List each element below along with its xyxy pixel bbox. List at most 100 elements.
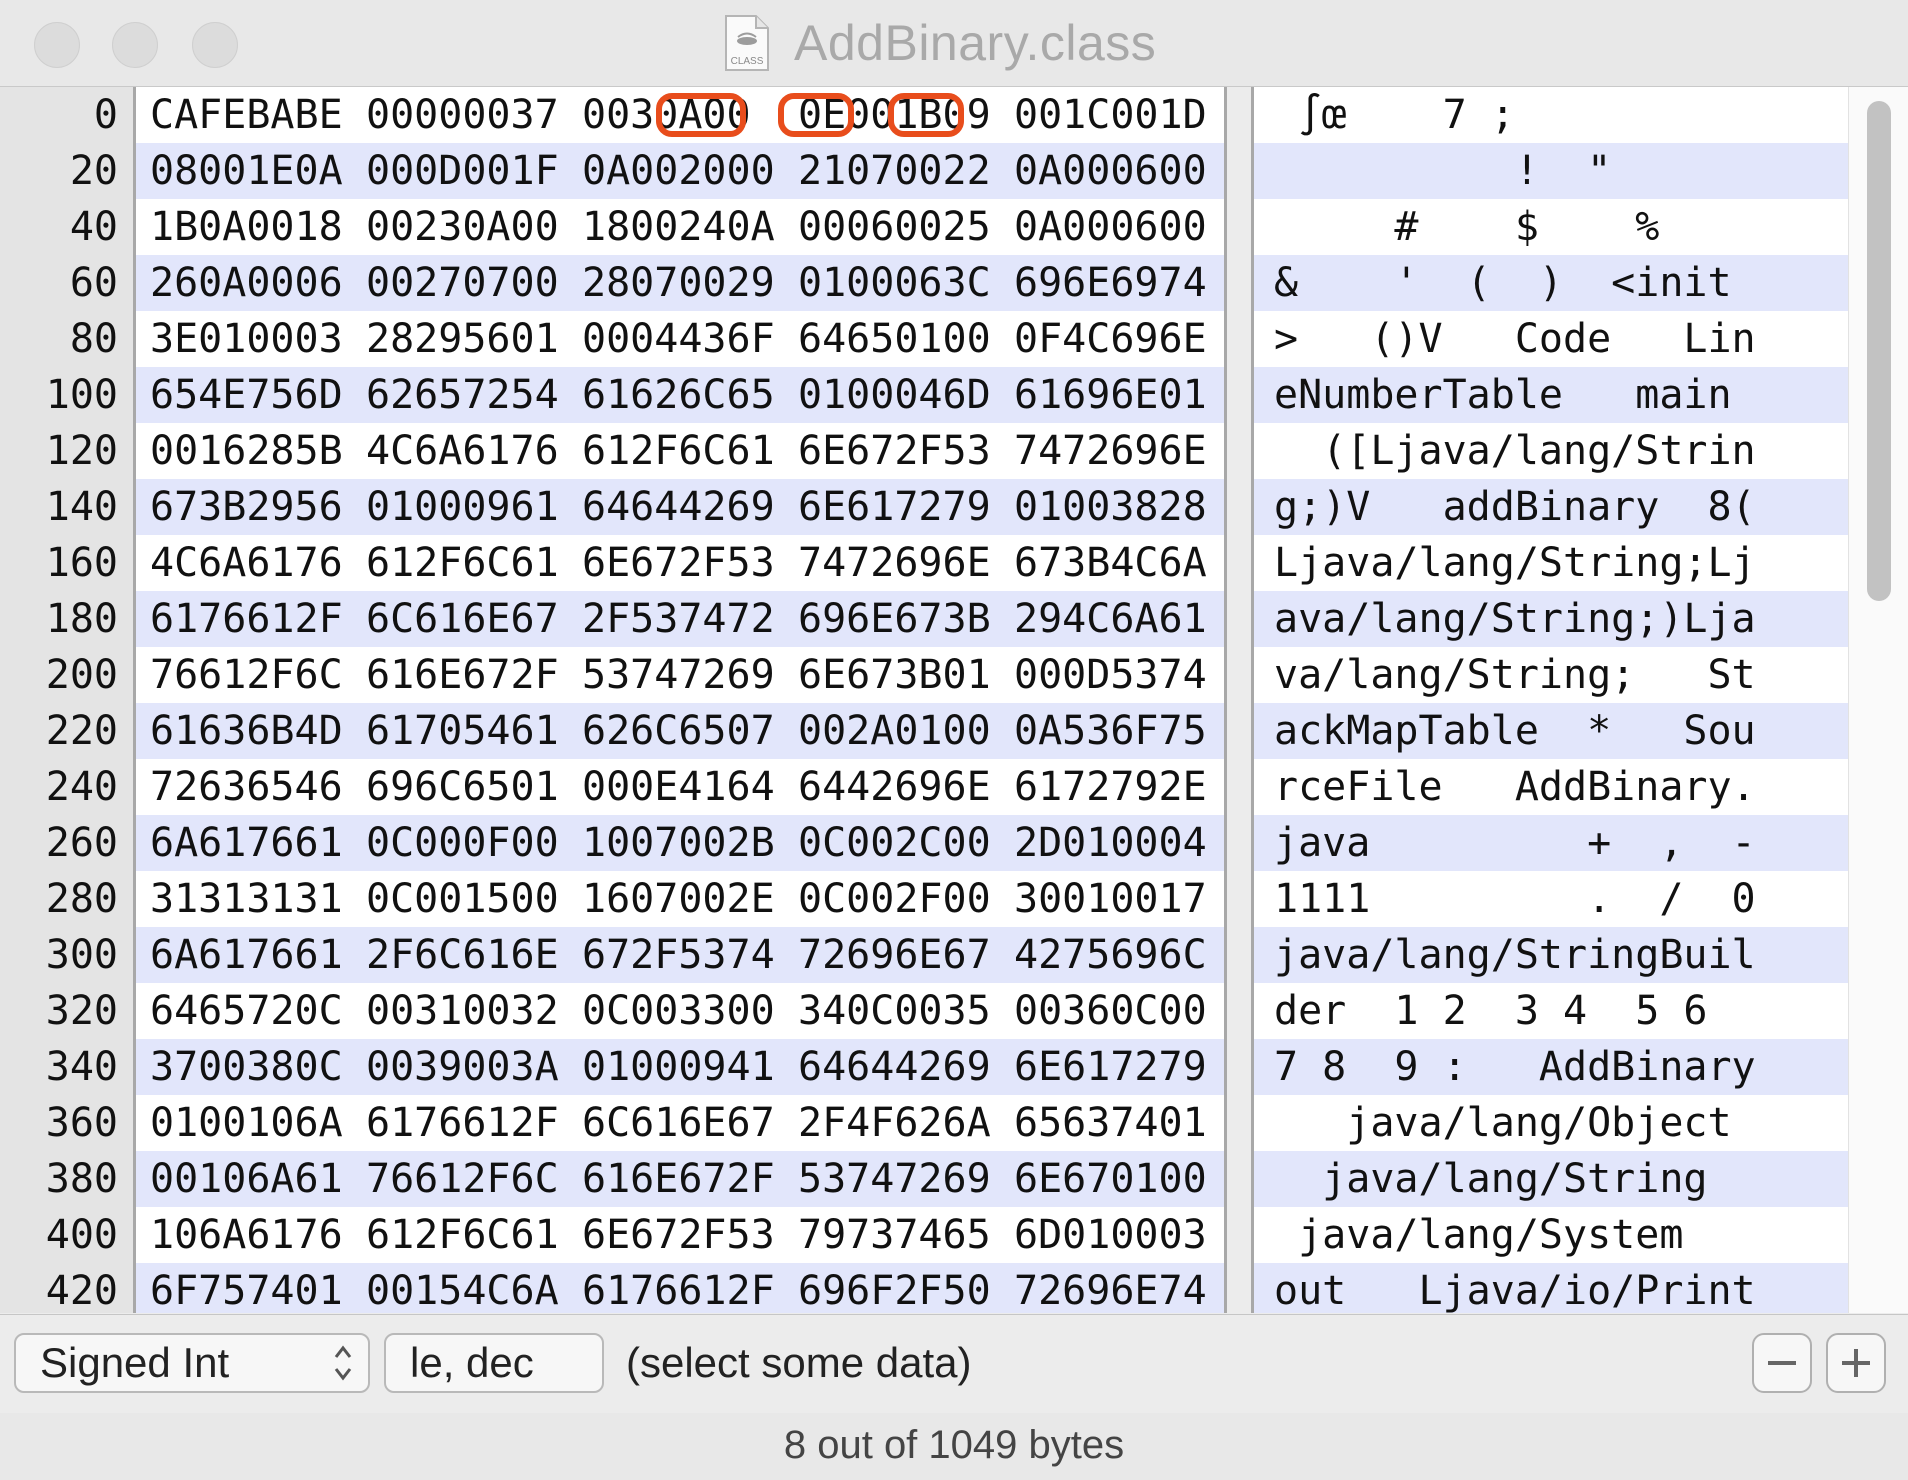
hex-word[interactable]: 612F6C61	[366, 1207, 559, 1263]
hex-word[interactable]: 6A617661	[150, 927, 343, 983]
hex-word[interactable]: 6A617661	[150, 815, 343, 871]
ascii-row-text[interactable]: out Ljava/io/Print	[1274, 1263, 1756, 1313]
hex-word[interactable]: 0C002C00	[798, 815, 991, 871]
hex-word[interactable]: 76612F6C	[150, 647, 343, 703]
hex-word[interactable]: 0100046D	[798, 367, 991, 423]
hex-word[interactable]: 64644269	[582, 479, 775, 535]
hex-row[interactable]: 240 72636546 696C6501 000E4164 6442696E 61727…	[0, 759, 1908, 815]
hex-word[interactable]: 28070029	[582, 255, 775, 311]
ascii-row-text[interactable]: ([Ljava/lang/Strin	[1274, 423, 1755, 479]
ascii-row-text[interactable]: 7 8 9 : AddBinary	[1274, 1039, 1756, 1095]
hex-word[interactable]: 6E672F53	[582, 535, 775, 591]
close-window-button[interactable]	[34, 22, 80, 68]
hex-row[interactable]: 380 00106A61 76612F6C 616E672F 53747269 6E670…	[0, 1151, 1908, 1207]
hex-word[interactable]: 7472696E	[1014, 423, 1207, 479]
add-inspector-button[interactable]	[1826, 1333, 1886, 1393]
ascii-row-text[interactable]: & ' ( ) <init	[1274, 255, 1732, 311]
ascii-row-text[interactable]: java/lang/System	[1274, 1207, 1683, 1263]
hex-row[interactable]: 420 6F757401 00154C6A 6176612F 696F2F50 72696…	[0, 1263, 1908, 1313]
ascii-row-text[interactable]: rceFile AddBinary.	[1274, 759, 1756, 815]
hex-word[interactable]: 6F757401	[150, 1263, 343, 1313]
hex-word[interactable]: 4275696C	[1014, 927, 1207, 983]
hex-word[interactable]: 00310032	[366, 983, 559, 1039]
hex-word[interactable]: 6176612F	[150, 591, 343, 647]
hex-word[interactable]: 79737465	[798, 1207, 991, 1263]
hex-word[interactable]: 696E673B	[798, 591, 991, 647]
hex-word[interactable]: 260A0006	[150, 255, 343, 311]
hex-word[interactable]: 0004436F	[582, 311, 775, 367]
hex-word[interactable]: 0A000600	[1014, 143, 1207, 199]
hex-word[interactable]: 00000037	[366, 87, 559, 143]
hex-row[interactable]: 180 6176612F 6C616E67 2F537472 696E673B 294C6…	[0, 591, 1908, 647]
hex-word[interactable]: 4C6A6176	[366, 423, 559, 479]
ascii-row-text[interactable]: der 1 2 3 4 5 6	[1274, 983, 1707, 1039]
remove-inspector-button[interactable]	[1752, 1333, 1812, 1393]
hex-word[interactable]: 6E672F53	[798, 423, 991, 479]
hex-row[interactable]: 60 260A0006 00270700 28070029 0100063C 696E69…	[0, 255, 1908, 311]
hex-word[interactable]: 72696E74	[1014, 1263, 1207, 1313]
ascii-row-text[interactable]: ava/lang/String;)Lja	[1274, 591, 1756, 647]
hex-word[interactable]: 64644269	[798, 1039, 991, 1095]
hex-word[interactable]: 30010017	[1014, 871, 1207, 927]
hex-word[interactable]: 1800240A	[582, 199, 775, 255]
hex-word[interactable]: 002A0100	[798, 703, 991, 759]
hex-word[interactable]: 00270700	[366, 255, 559, 311]
ascii-row-text[interactable]: ∫œ 7 ;	[1274, 87, 1515, 143]
hex-word[interactable]: 53747269	[582, 647, 775, 703]
ascii-row-text[interactable]: java/lang/Object	[1274, 1095, 1731, 1151]
hex-word[interactable]: 3700380C	[150, 1039, 343, 1095]
hex-row[interactable]: 220 61636B4D 61705461 626C6507 002A0100 0A536…	[0, 703, 1908, 759]
type-select[interactable]: Signed Int	[14, 1333, 370, 1393]
hex-row[interactable]: 140 673B2956 01000961 64644269 6E617279 01003…	[0, 479, 1908, 535]
hex-word[interactable]: 673B2956	[150, 479, 343, 535]
hex-word[interactable]: 0100106A	[150, 1095, 343, 1151]
hex-word[interactable]: 28295601	[366, 311, 559, 367]
ascii-row-text[interactable]: 1111 . / 0	[1274, 871, 1756, 927]
hex-word[interactable]: 01003828	[1014, 479, 1207, 535]
hex-word[interactable]: 672F5374	[582, 927, 775, 983]
ascii-row-text[interactable]: Ljava/lang/String;Lj	[1274, 535, 1756, 591]
hex-row[interactable]: 120 0016285B 4C6A6176 612F6C61 6E672F53 74726…	[0, 423, 1908, 479]
endian-format-select[interactable]: le, dec	[384, 1333, 604, 1393]
hex-word[interactable]: CAFEBABE	[150, 87, 343, 143]
ascii-row-text[interactable]: ackMapTable * Sou	[1274, 703, 1756, 759]
hex-word[interactable]: 6176612F	[366, 1095, 559, 1151]
hex-word[interactable]: 696F2F50	[798, 1263, 991, 1313]
hex-row[interactable]: 200 76612F6C 616E672F 53747269 6E673B01 000D5…	[0, 647, 1908, 703]
hex-word[interactable]: 7472696E	[798, 535, 991, 591]
hex-word[interactable]: 000D001F	[366, 143, 559, 199]
hex-word[interactable]: 08001E0A	[150, 143, 343, 199]
hex-word[interactable]: 6E617279	[1014, 1039, 1207, 1095]
hex-word[interactable]: 2F537472	[582, 591, 775, 647]
hex-word[interactable]: 00154C6A	[366, 1263, 559, 1313]
hex-word[interactable]: 000E4164	[582, 759, 775, 815]
hex-word[interactable]: 0A536F75	[1014, 703, 1207, 759]
hex-editor-view[interactable]: 0 CAFEBABE 00000037 0030A00 0E001B09 001C001D…	[0, 87, 1908, 1313]
hex-word[interactable]: 106A6176	[150, 1207, 343, 1263]
hex-row[interactable]: 40 1B0A0018 00230A00 1800240A 00060025 0A0006…	[0, 199, 1908, 255]
ascii-row-text[interactable]: java + , -	[1274, 815, 1756, 871]
hex-word[interactable]: 0A000600	[1014, 199, 1207, 255]
hex-word[interactable]: 0C001500	[366, 871, 559, 927]
hex-row[interactable]: 160 4C6A6176 612F6C61 6E672F53 7472696E 673B4…	[0, 535, 1908, 591]
hex-row[interactable]: 260 6A617661 0C000F00 1007002B 0C002C00 2D010…	[0, 815, 1908, 871]
hex-word[interactable]: 696E6974	[1014, 255, 1207, 311]
hex-word[interactable]: 616E672F	[366, 647, 559, 703]
hex-row[interactable]: 20 08001E0A 000D001F 0A002000 21070022 0A0006…	[0, 143, 1908, 199]
hex-word[interactable]: 0A002000	[582, 143, 775, 199]
hex-word[interactable]: 72636546	[150, 759, 343, 815]
hex-word[interactable]: 61705461	[366, 703, 559, 759]
hex-word[interactable]: 3E010003	[150, 311, 343, 367]
hex-word[interactable]: 62657254	[366, 367, 559, 423]
hex-word[interactable]: 31313131	[150, 871, 343, 927]
hex-word[interactable]: 4C6A6176	[150, 535, 343, 591]
hex-row[interactable]: 320 6465720C 00310032 0C003300 340C0035 00360…	[0, 983, 1908, 1039]
hex-word[interactable]: 00230A00	[366, 199, 559, 255]
hex-word[interactable]: 00360C00	[1014, 983, 1207, 1039]
hex-word[interactable]: 0C002F00	[798, 871, 991, 927]
hex-word[interactable]: 294C6A61	[1014, 591, 1207, 647]
hex-word[interactable]: 612F6C61	[582, 423, 775, 479]
hex-word[interactable]: 6C616E67	[366, 591, 559, 647]
ascii-row-text[interactable]: ! "	[1274, 143, 1611, 199]
hex-word[interactable]: 340C0035	[798, 983, 991, 1039]
